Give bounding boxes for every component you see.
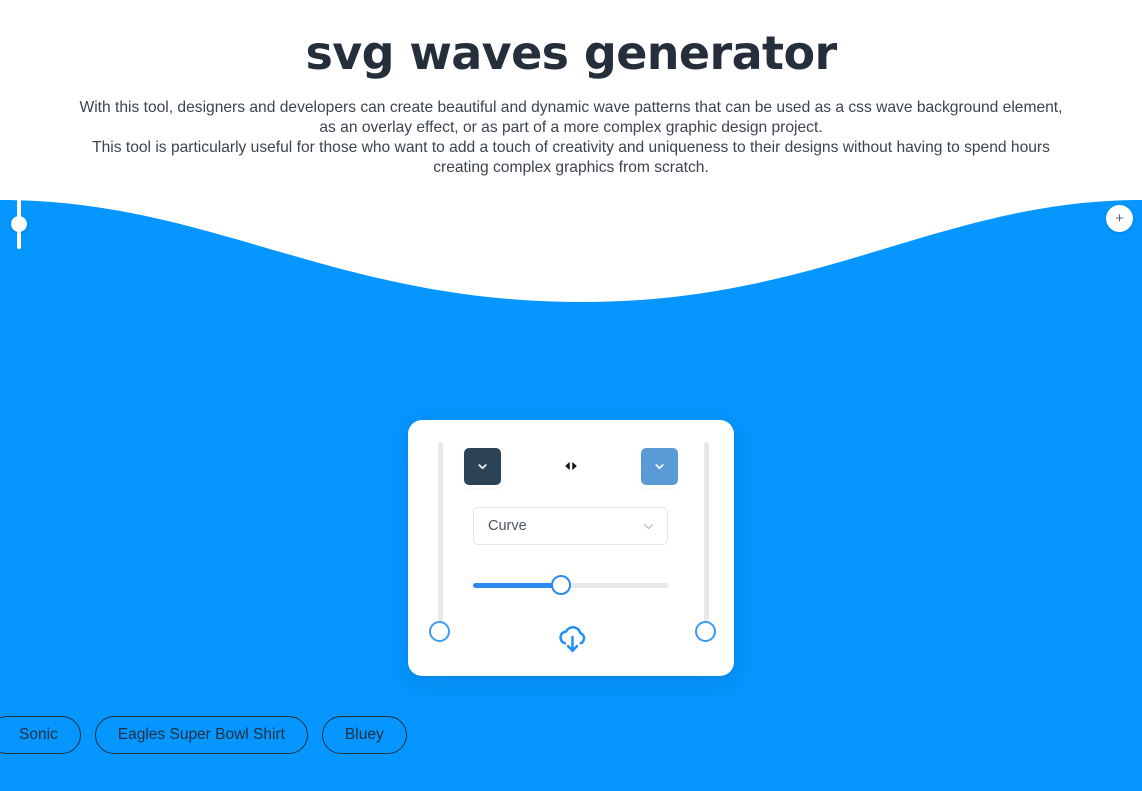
wave-type-value: Curve [488, 518, 527, 534]
page-title: svg waves generator [305, 26, 837, 80]
left-vertical-slider-handle[interactable] [429, 620, 450, 642]
cloud-download-icon [558, 625, 585, 652]
wave-controls-card: Curve [408, 420, 734, 676]
color-start-swatch[interactable] [464, 447, 501, 485]
plus-icon: + [1115, 210, 1124, 227]
right-vertical-slider-track [704, 442, 709, 637]
chevron-down-icon [644, 523, 653, 529]
left-right-arrow-icon [565, 461, 577, 471]
page-header: svg waves generator With this tool, desi… [0, 0, 1142, 178]
chevron-down-icon [655, 463, 664, 469]
page-description-line-4: creating complex graphics from scratch. [433, 159, 709, 176]
page-description-line-3: This tool is particularly useful for tho… [92, 139, 1050, 156]
right-vertical-slider-handle[interactable] [695, 620, 716, 642]
complexity-slider-fill [473, 583, 561, 588]
tag-chip-eagles-super-bowl-shirt[interactable]: Eagles Super Bowl Shirt [94, 716, 308, 754]
complexity-slider-handle[interactable] [550, 575, 571, 595]
complexity-slider[interactable] [473, 575, 668, 595]
left-vertical-slider-track [438, 442, 443, 637]
chevron-down-icon [478, 463, 487, 469]
download-svg-button[interactable] [555, 623, 589, 655]
swap-colors-icon[interactable] [560, 455, 582, 477]
tag-chip-bluey[interactable]: Bluey [321, 716, 407, 754]
wave-type-select[interactable]: Curve [473, 507, 668, 545]
tag-chip-row: Sonic Eagles Super Bowl Shirt Bluey [0, 715, 1142, 755]
page-description-line-1: With this tool, designers and developers… [79, 99, 1063, 116]
right-vertical-slider[interactable] [695, 442, 717, 654]
color-end-swatch[interactable] [641, 447, 678, 485]
wave-amplitude-slider-handle[interactable] [11, 216, 27, 233]
page-description: With this tool, designers and developers… [21, 98, 1121, 178]
color-swatch-row [464, 444, 678, 488]
left-vertical-slider[interactable] [429, 442, 451, 654]
add-layer-button[interactable]: + [1106, 205, 1133, 232]
wave-amplitude-slider[interactable] [11, 197, 27, 249]
tag-chip-sonic[interactable]: Sonic [0, 716, 81, 754]
page-description-line-2: as an overlay effect, or as part of a mo… [319, 119, 823, 136]
